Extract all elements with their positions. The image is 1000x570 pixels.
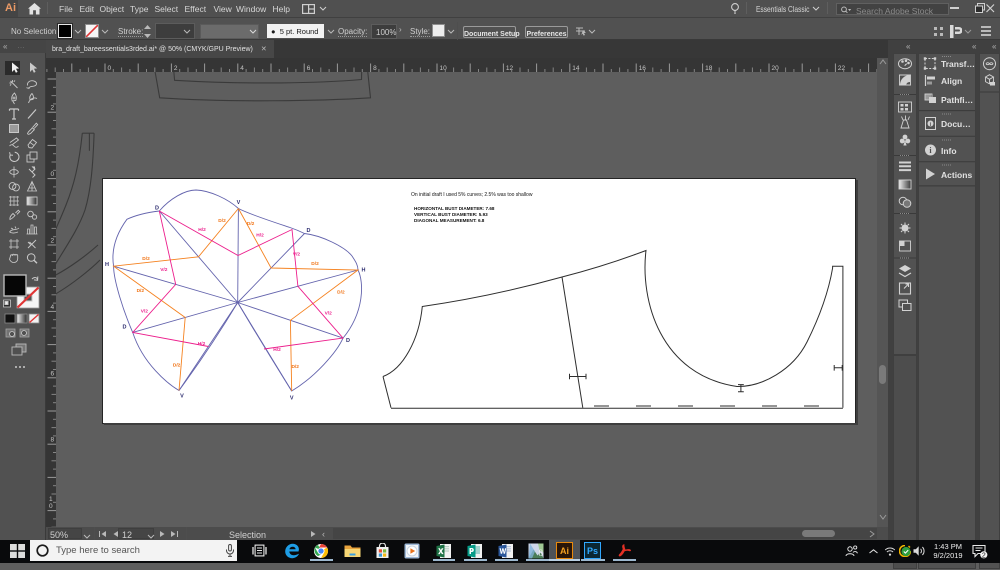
- svg-text:V/2: V/2: [325, 311, 333, 317]
- svg-text:D: D: [346, 338, 350, 344]
- svg-text:VERTICAL BUST DIAMETER: 5.93: VERTICAL BUST DIAMETER: 5.93: [414, 212, 488, 217]
- svg-text:2: 2: [51, 105, 55, 112]
- svg-text:20: 20: [772, 65, 780, 72]
- svg-text:8: 8: [51, 437, 55, 444]
- svg-text:V: V: [237, 200, 241, 206]
- svg-text:D/2: D/2: [137, 288, 145, 294]
- svg-text:2: 2: [982, 552, 986, 559]
- svg-text:12: 12: [506, 65, 514, 72]
- svg-text:10: 10: [440, 65, 448, 72]
- svg-text:V: V: [180, 394, 184, 400]
- svg-text:D/2: D/2: [291, 364, 299, 370]
- svg-text:H/2: H/2: [273, 347, 281, 353]
- svg-text:H/2: H/2: [198, 227, 206, 233]
- svg-text:H: H: [362, 268, 366, 274]
- svg-text:V/2: V/2: [141, 309, 149, 315]
- svg-text:H: H: [105, 262, 109, 268]
- svg-text:Ai: Ai: [560, 546, 569, 556]
- svg-text:8: 8: [539, 548, 544, 558]
- svg-text:2: 2: [51, 238, 55, 245]
- svg-text:D/2: D/2: [337, 290, 345, 296]
- svg-text:8: 8: [373, 65, 377, 72]
- svg-text:4: 4: [240, 65, 244, 72]
- svg-text:H/2: H/2: [198, 341, 206, 347]
- svg-text:6: 6: [51, 370, 55, 377]
- svg-text:1: 1: [49, 496, 53, 503]
- svg-text:4: 4: [51, 304, 55, 311]
- svg-text:D: D: [307, 228, 311, 234]
- svg-text:D/2: D/2: [218, 218, 226, 224]
- svg-text:22: 22: [838, 65, 846, 72]
- svg-text:D/2: D/2: [173, 363, 181, 369]
- svg-text:HORIZONTAL BUST DIAMETER: 7.68: HORIZONTAL BUST DIAMETER: 7.68: [414, 206, 495, 211]
- svg-text:V/2: V/2: [293, 252, 301, 258]
- svg-text:18: 18: [705, 65, 713, 72]
- svg-text:D/2: D/2: [142, 256, 150, 262]
- svg-text:14: 14: [572, 65, 580, 72]
- svg-text:D: D: [123, 325, 127, 331]
- svg-text:6: 6: [307, 65, 311, 72]
- svg-text:H/2: H/2: [256, 233, 264, 239]
- svg-text:D/2: D/2: [247, 221, 255, 227]
- svg-text:V/2: V/2: [160, 267, 168, 273]
- svg-text:On initial draft I used 5% cur: On initial draft I used 5% curves; 2.5% …: [411, 192, 533, 198]
- svg-text:Ps: Ps: [587, 546, 598, 556]
- svg-text:16: 16: [639, 65, 647, 72]
- svg-text:2: 2: [174, 65, 178, 72]
- svg-text:0: 0: [51, 171, 55, 178]
- svg-text:D: D: [155, 206, 159, 212]
- svg-text:0: 0: [108, 65, 112, 72]
- svg-text:V: V: [290, 396, 294, 402]
- svg-text:0: 0: [49, 503, 53, 510]
- svg-text:DIAGONAL MEASUREMENT: 6.8: DIAGONAL MEASUREMENT: 6.8: [414, 218, 485, 223]
- svg-text:D/2: D/2: [311, 261, 319, 267]
